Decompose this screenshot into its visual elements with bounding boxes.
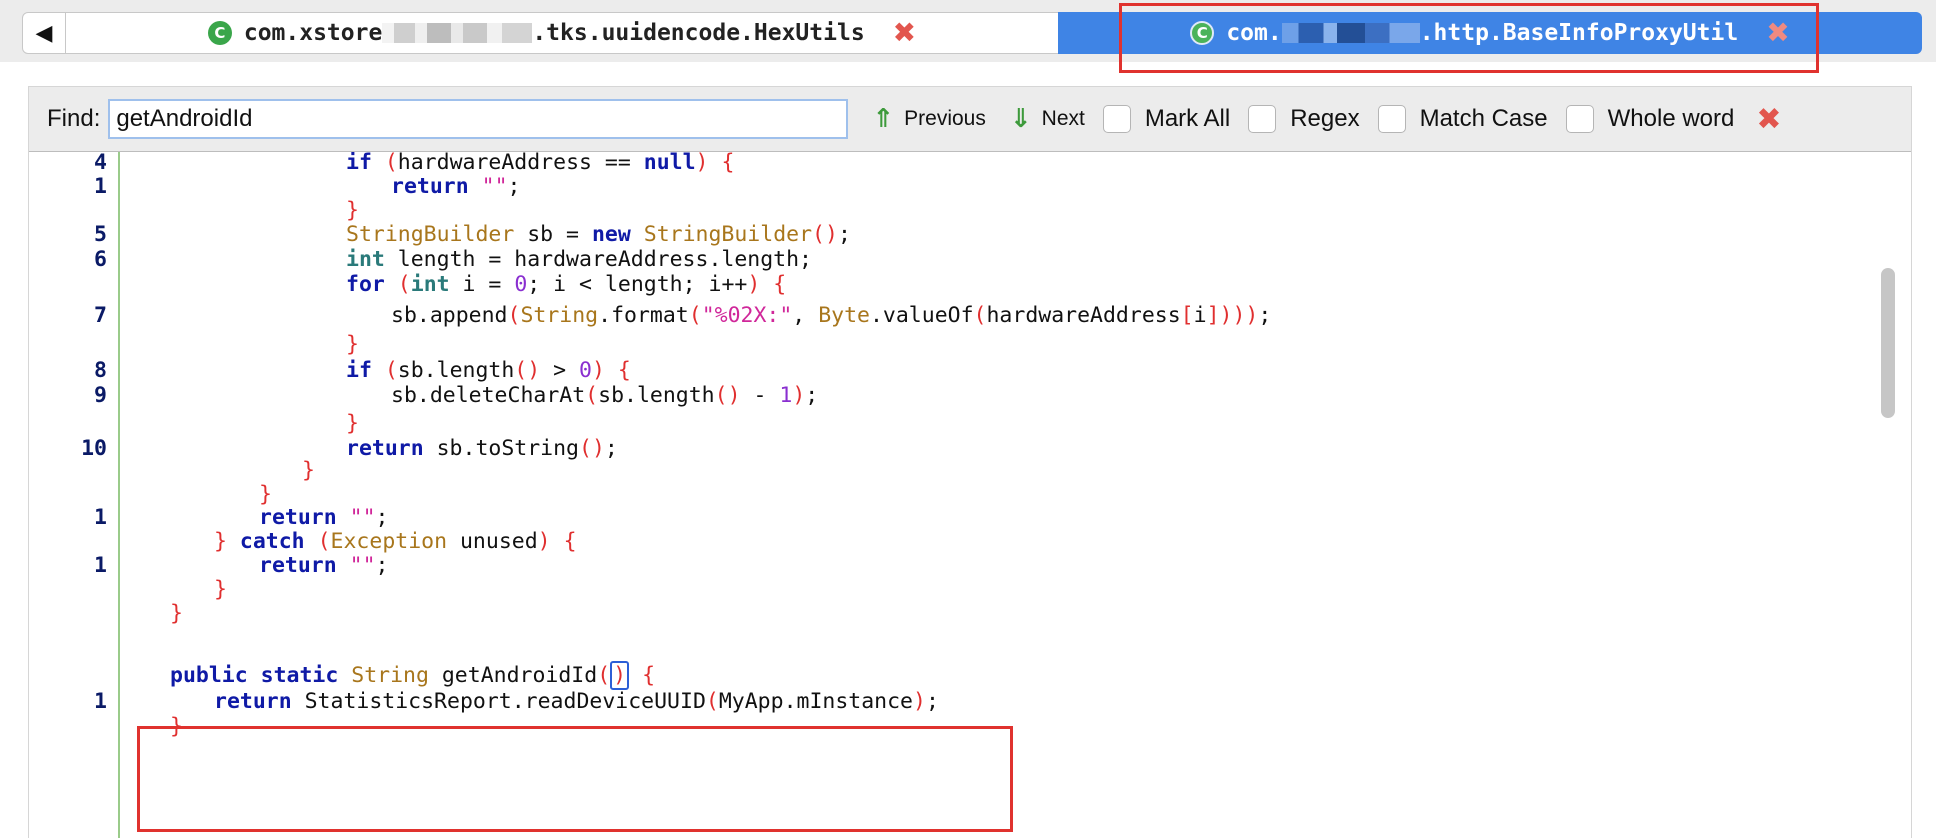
line-number: 5 [94,222,107,247]
close-tab-icon[interactable]: ✖ [1766,19,1789,47]
editor-tab-bar: ◀ C com.xstore .tks.uuidencode.HexUtils … [0,0,1936,73]
checkbox-box[interactable] [1248,105,1277,133]
next-button[interactable]: ⇓ Next [1010,104,1085,134]
code-text: } [170,714,183,739]
scrollbar-thumb[interactable] [1881,268,1895,418]
match-case-checkbox[interactable]: Match Case [1377,105,1548,133]
code-text: sb.deleteCharAt(sb.length() - 1); [391,383,819,408]
code-line[interactable]: for (int i = 0; i < length; i++) { [29,271,1911,299]
close-tab-icon[interactable]: ✖ [893,19,916,47]
code-line[interactable]: 6 int length = hardwareAddress.length; [29,246,1911,274]
code-text: if (sb.length() > 0) { [346,358,631,383]
code-text: } [346,332,359,357]
arrow-up-icon: ⇑ [872,104,895,134]
code-line[interactable]: public static String getAndroidId() { [29,661,1911,690]
code-line[interactable]: } [29,713,1911,741]
line-number: 8 [94,358,107,383]
code-line[interactable]: 1 return StatisticsReport.readDeviceUUID(… [29,688,1911,716]
whole-word-label: Whole word [1607,105,1735,132]
tab-title-suffix: .http.BaseInfoProxyUtil [1419,20,1739,46]
code-text: for (int i = 0; i < length; i++) { [346,272,787,297]
mark-all-label: Mark All [1144,105,1231,132]
line-number: 6 [94,247,107,272]
triangle-left-icon: ◀ [35,20,53,45]
mark-all-checkbox[interactable]: Mark All [1102,105,1231,133]
find-label: Find: [47,105,101,132]
whole-word-checkbox[interactable]: Whole word [1565,105,1735,133]
tab-hexutils[interactable]: C com.xstore .tks.uuidencode.HexUtils ✖ [66,12,1058,54]
tab-title-suffix: .tks.uuidencode.HexUtils [532,20,865,46]
tab-title-prefix: com.xstore [243,20,383,46]
code-text: } [346,411,359,436]
redacted-package-name [382,23,533,43]
code-editor[interactable]: 4 if (hardwareAddress == null) {1 return "… [29,151,1911,838]
code-line[interactable]: 7 sb.append(String.format("%02X:", Byte.v… [29,302,1911,330]
code-area[interactable]: 4 if (hardwareAddress == null) {1 return "… [29,152,1911,838]
line-number: 1 [94,689,107,714]
checkbox-box[interactable] [1102,105,1131,133]
tab-title-prefix: com. [1226,20,1282,46]
code-line[interactable]: } [29,410,1911,438]
code-text: StringBuilder sb = new StringBuilder(); [346,222,851,247]
tab-scroll-left-button[interactable]: ◀ [22,12,66,54]
regex-label: Regex [1290,105,1360,132]
code-line[interactable] [29,624,1911,652]
line-number: 9 [94,383,107,408]
code-text: sb.append(String.format("%02X:", Byte.va… [391,303,1272,328]
checkbox-box[interactable] [1377,105,1406,133]
regex-checkbox[interactable]: Regex [1248,105,1360,133]
code-text: int length = hardwareAddress.length; [346,247,812,272]
code-text: public static String getAndroidId() { [170,661,656,690]
tab-baseinfoproxyutil[interactable]: C com. .http.BaseInfoProxyUtil ✖ [1058,12,1922,54]
redacted-package-name [1281,23,1420,43]
find-input[interactable] [108,99,849,139]
line-number: 7 [94,303,107,328]
class-icon: C [207,21,232,45]
find-bar: Find: ⇑ Previous ⇓ Next Mark All Regex M… [29,87,1911,151]
code-line[interactable]: 8 if (sb.length() > 0) { [29,357,1911,385]
class-icon: C [1190,21,1215,45]
close-find-icon[interactable]: ✖ [1756,102,1781,137]
previous-button[interactable]: ⇑ Previous [872,104,986,134]
code-line[interactable]: 9 sb.deleteCharAt(sb.length() - 1); [29,382,1911,410]
checkbox-box[interactable] [1565,105,1594,133]
arrow-down-icon: ⇓ [1009,104,1032,134]
match-case-label: Match Case [1419,105,1548,132]
code-text: return StatisticsReport.readDeviceUUID(M… [214,689,939,714]
code-line[interactable]: 5 StringBuilder sb = new StringBuilder(); [29,221,1911,249]
previous-label: Previous [904,107,986,130]
next-label: Next [1041,107,1085,130]
code-line[interactable]: } [29,331,1911,359]
vertical-scrollbar[interactable] [1879,152,1897,838]
